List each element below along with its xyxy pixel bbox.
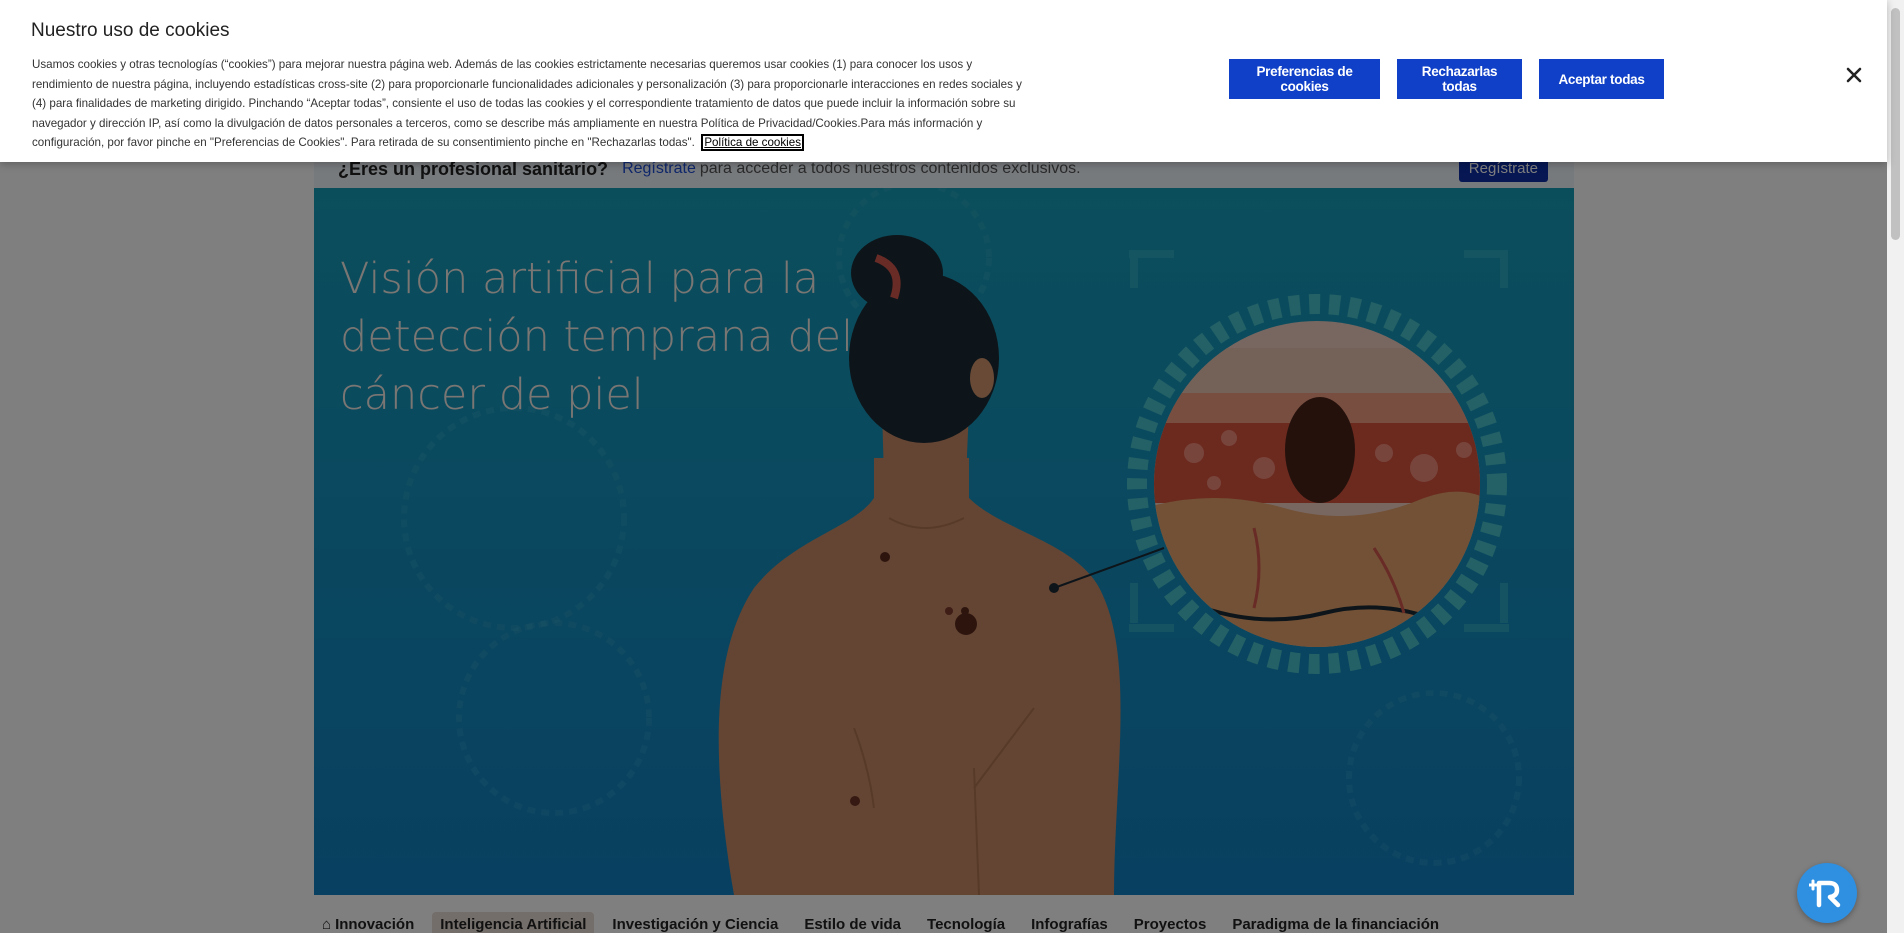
page-scrollbar[interactable] [1887, 0, 1904, 933]
cookie-description: Usamos cookies y otras tecnologías (“coo… [32, 55, 1022, 153]
cookie-banner: Nuestro uso de cookies Usamos cookies y … [0, 0, 1887, 162]
cookie-preferences-button[interactable]: Preferencias de cookies [1229, 59, 1380, 99]
assistant-r-icon [1809, 879, 1841, 908]
cookie-reject-all-button[interactable]: Rechazarlas todas [1397, 59, 1522, 99]
cookie-description-text: Usamos cookies y otras tecnologías (“coo… [32, 58, 1022, 150]
cookie-accept-all-button[interactable]: Aceptar todas [1539, 59, 1664, 99]
assistant-button[interactable] [1797, 863, 1857, 923]
close-icon[interactable] [1843, 64, 1865, 86]
cookie-title: Nuestro uso de cookies [31, 20, 230, 41]
cookie-policy-link[interactable]: Política de cookies [701, 134, 804, 152]
scrollbar-thumb[interactable] [1891, 8, 1900, 240]
